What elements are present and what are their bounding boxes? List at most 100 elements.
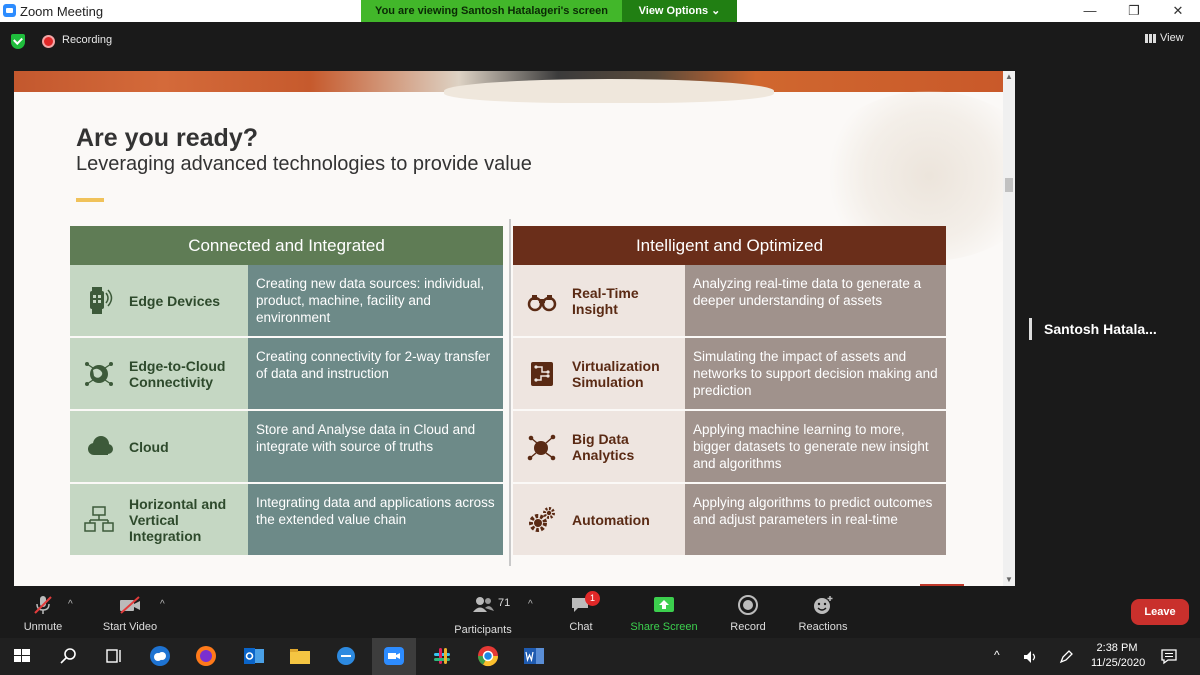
row-title: Virtualization Simulation [572,357,660,390]
firefox-icon[interactable] [194,644,218,668]
smartwatch-icon [90,287,113,314]
shared-screen: Are you ready? Leveraging advanced techn… [14,71,1003,586]
app-title: Zoom Meeting [20,4,104,19]
unmute-button[interactable]: Unmute [18,595,68,633]
participants-button[interactable]: 71 Participants [448,595,518,636]
minimize-button[interactable]: — [1068,0,1112,22]
participants-count: 71 [498,597,511,609]
view-button[interactable]: View [1145,32,1184,44]
audio-options-caret-icon[interactable]: ^ [68,599,73,610]
unmute-label: Unmute [23,621,63,633]
table-row: Real-Time Insight Analyzing real-time da… [513,265,946,336]
title-bar: Zoom Meeting You are viewing Santosh Hat… [0,0,1200,22]
reactions-icon [814,596,833,614]
cloud-icon [88,436,113,455]
reactions-button[interactable]: Reactions [796,595,850,633]
row-description: Applying algorithms to predict outcomes … [685,484,946,555]
row-description: Creating new data sources: individual, p… [248,265,503,336]
volume-icon[interactable] [1022,649,1040,665]
cloud-app-icon[interactable] [148,644,172,668]
column-header: Connected and Integrated [70,226,503,265]
zoom-app-icon[interactable] [382,644,406,668]
binoculars-icon [527,295,557,312]
table-row: Big Data Analytics Applying machine lear… [513,411,946,482]
clock[interactable]: 2:38 PM 11/25/2020 [1091,641,1146,671]
outlook-icon[interactable] [242,644,266,668]
row-description: Applying machine learning to more, bigge… [685,411,946,482]
search-icon[interactable] [56,644,80,668]
pen-icon[interactable] [1058,649,1074,665]
word-icon[interactable] [522,644,546,668]
scroll-down-arrow-icon[interactable]: ▼ [1005,576,1013,584]
tray-chevron-icon[interactable]: ^ [994,648,1000,662]
row-description: Integrating data and applications across… [248,484,503,555]
participants-label: Participants [454,624,512,636]
windows-taskbar: ^ 2:38 PM 11/25/2020 [0,638,1200,675]
row-description: Simulating the impact of assets and netw… [685,338,946,409]
zoom-icon [3,4,16,17]
connected-integrated-column: Connected and Integrated Edge Devices Cr… [70,226,503,557]
leave-button[interactable]: Leave [1131,599,1189,625]
task-view-icon[interactable] [102,644,126,668]
share-screen-label: Share Screen [630,621,698,633]
notifications-icon[interactable] [1160,648,1178,665]
row-description: Store and Analyse data in Cloud and inte… [248,411,503,482]
chrome-icon[interactable] [476,644,500,668]
share-banner: You are viewing Santosh Hatalageri's scr… [361,0,622,22]
row-description: Creating connectivity for 2-way transfer… [248,338,503,409]
row-title: Big Data Analytics [572,430,635,463]
view-label: View [1160,32,1184,44]
decorative-shape [444,79,774,103]
scroll-up-arrow-icon[interactable]: ▲ [1005,73,1013,81]
row-title: Edge-to-Cloud Connectivity [129,357,226,390]
intelligent-optimized-column: Intelligent and Optimized Real-Time Insi… [513,226,946,557]
participants-caret-icon[interactable]: ^ [528,599,533,610]
video-off-icon [120,596,140,614]
scroll-thumb[interactable] [1005,178,1013,192]
encryption-shield-icon[interactable] [11,34,25,49]
record-button[interactable]: Record [726,595,770,633]
participants-icon [473,597,494,612]
start-video-button[interactable]: Start Video [98,595,162,633]
gears-icon [529,507,555,532]
column-header: Intelligent and Optimized [513,226,946,265]
chat-button[interactable]: 1 Chat [560,591,602,633]
restore-button[interactable]: ❐ [1112,0,1156,22]
table-row: Cloud Store and Analyse data in Cloud an… [70,411,503,482]
close-button[interactable]: ✕ [1156,0,1200,22]
scrollbar[interactable]: ▲ ▼ [1003,71,1015,586]
column-divider [509,219,511,566]
recording-label: Recording [62,34,113,46]
row-title: Real-Time Insight [572,284,639,317]
table-row: Automation Applying algorithms to predic… [513,484,946,555]
muted-microphone-icon [34,596,52,614]
table-row: Virtualization Simulation Simulating the… [513,338,946,409]
record-icon [738,595,758,615]
meeting-controls: Unmute ^ Start Video ^ 71 Participants ^… [0,591,1200,638]
start-video-label: Start Video [102,621,158,633]
grid-icon [1145,33,1156,43]
clock-date: 11/25/2020 [1091,657,1146,669]
integration-icon [84,506,114,532]
internet-explorer-icon[interactable] [334,644,358,668]
row-title: Cloud [129,438,169,455]
windows-start-icon[interactable] [10,644,34,668]
slide-marker [920,584,964,586]
row-title: Automation [572,511,650,528]
slide-title: Are you ready? [76,124,259,152]
slack-icon[interactable] [430,644,454,668]
reactions-label: Reactions [798,621,848,633]
video-options-caret-icon[interactable]: ^ [160,599,165,610]
slide-subtitle: Leveraging advanced technologies to prov… [76,153,532,175]
share-screen-button[interactable]: Share Screen [628,595,700,633]
file-explorer-icon[interactable] [288,644,312,668]
globe-network-icon [85,362,113,386]
table-row: Edge-to-Cloud Connectivity Creating conn… [70,338,503,409]
meeting-top-bar: Recording View [0,22,1200,60]
chat-badge: 1 [585,591,600,606]
participant-name[interactable]: Santosh Hatala... [1029,318,1157,340]
table-row: Horizontal and Vertical Integration Inte… [70,484,503,555]
clock-time: 2:38 PM [1096,642,1138,654]
data-analytics-icon [527,434,556,461]
view-options-button[interactable]: View Options ⌄ [622,0,737,22]
